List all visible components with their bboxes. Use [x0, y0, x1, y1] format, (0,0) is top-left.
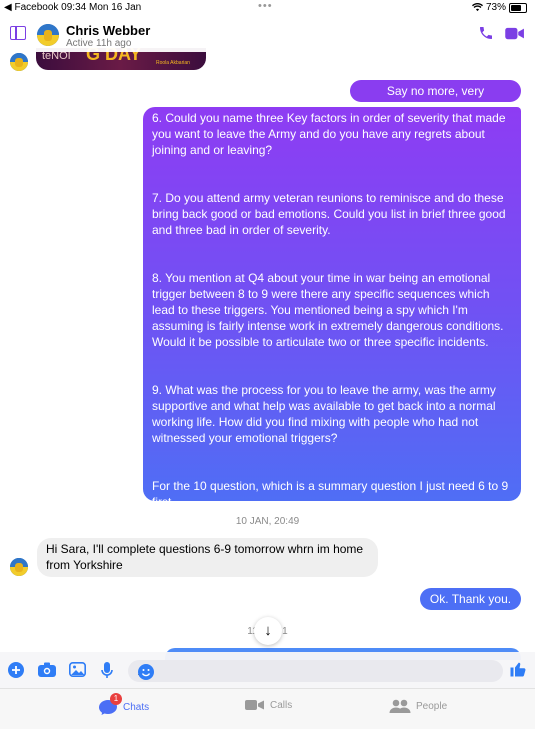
microphone-icon[interactable] [101, 662, 113, 679]
emoji-icon[interactable] [138, 664, 154, 680]
status-time: 09:34 [61, 2, 87, 13]
status-right: 73% [471, 2, 527, 13]
tab-people[interactable]: People [389, 699, 447, 713]
incoming-message[interactable]: Hi Sara, I'll complete questions 6-9 tom… [37, 538, 378, 577]
bottom-tab-bar: 1 Chats Calls People [0, 688, 535, 729]
question-9-text: 9. What was the process for you to leave… [152, 383, 496, 445]
status-date: Mon 16 Jan [88, 2, 142, 13]
battery-icon [509, 2, 527, 13]
contact-avatar-small [10, 53, 28, 71]
wifi-icon [471, 3, 483, 12]
status-bar: ◀ Facebook 09:34 Mon 16 Jan ••• 73% [0, 0, 535, 14]
back-to-app-link[interactable]: ◀ Facebook [4, 2, 58, 13]
plus-icon[interactable] [8, 662, 24, 678]
video-camera-icon [245, 700, 264, 710]
outgoing-message[interactable]: Say no more, very impressed [350, 80, 521, 114]
message-composer: Aa [0, 652, 535, 688]
photo-gallery-icon[interactable] [69, 662, 86, 677]
message-input[interactable]: Aa [128, 660, 503, 682]
people-icon [389, 699, 411, 713]
contact-name[interactable]: Chris Webber [66, 23, 150, 38]
question-7-text: 7. Do you attend army veteran reunions t… [152, 191, 506, 237]
conversation-header: Chris Webber Active 11h ago [0, 14, 535, 52]
scroll-to-bottom-icon[interactable]: ↓ [254, 617, 282, 645]
status-left[interactable]: ◀ Facebook 09:34 Mon 16 Jan [4, 2, 141, 13]
banner-credit: Roola Akbarian [156, 60, 190, 66]
battery-percent: 73% [485, 2, 506, 13]
question-8-text: 8. You mention at Q4 about your time in … [152, 271, 504, 349]
tab-chats[interactable]: 1 Chats [98, 693, 150, 715]
video-call-icon[interactable] [505, 27, 525, 40]
outgoing-message-questions[interactable]: 6. Could you name three Key factors in o… [143, 107, 521, 509]
message-timestamp: 10 JAN, 20:49 [235, 516, 300, 527]
active-status: Active 11h ago [66, 38, 132, 49]
question-6-text: 6. Could you name three Key factors in o… [152, 111, 506, 157]
contact-avatar[interactable] [37, 24, 59, 46]
unread-badge: 1 [110, 693, 122, 705]
phone-call-icon[interactable] [478, 25, 494, 41]
tab-calls-label: Calls [270, 699, 293, 711]
question-10-text: For the 10 question, which is a summary … [152, 479, 509, 509]
thumbs-up-icon[interactable] [509, 660, 527, 678]
tab-calls[interactable]: Calls [245, 699, 292, 711]
camera-icon[interactable] [38, 662, 56, 677]
sidebar-toggle-icon[interactable] [10, 26, 26, 40]
tab-people-label: People [416, 700, 448, 712]
contact-avatar-small[interactable] [10, 558, 28, 576]
outgoing-message[interactable]: Ok. Thank you. [420, 588, 521, 610]
chat-bubble-icon: 1 [98, 693, 122, 715]
multitasking-dots-icon[interactable]: ••• [258, 0, 273, 12]
tab-chats-label: Chats [123, 701, 150, 713]
